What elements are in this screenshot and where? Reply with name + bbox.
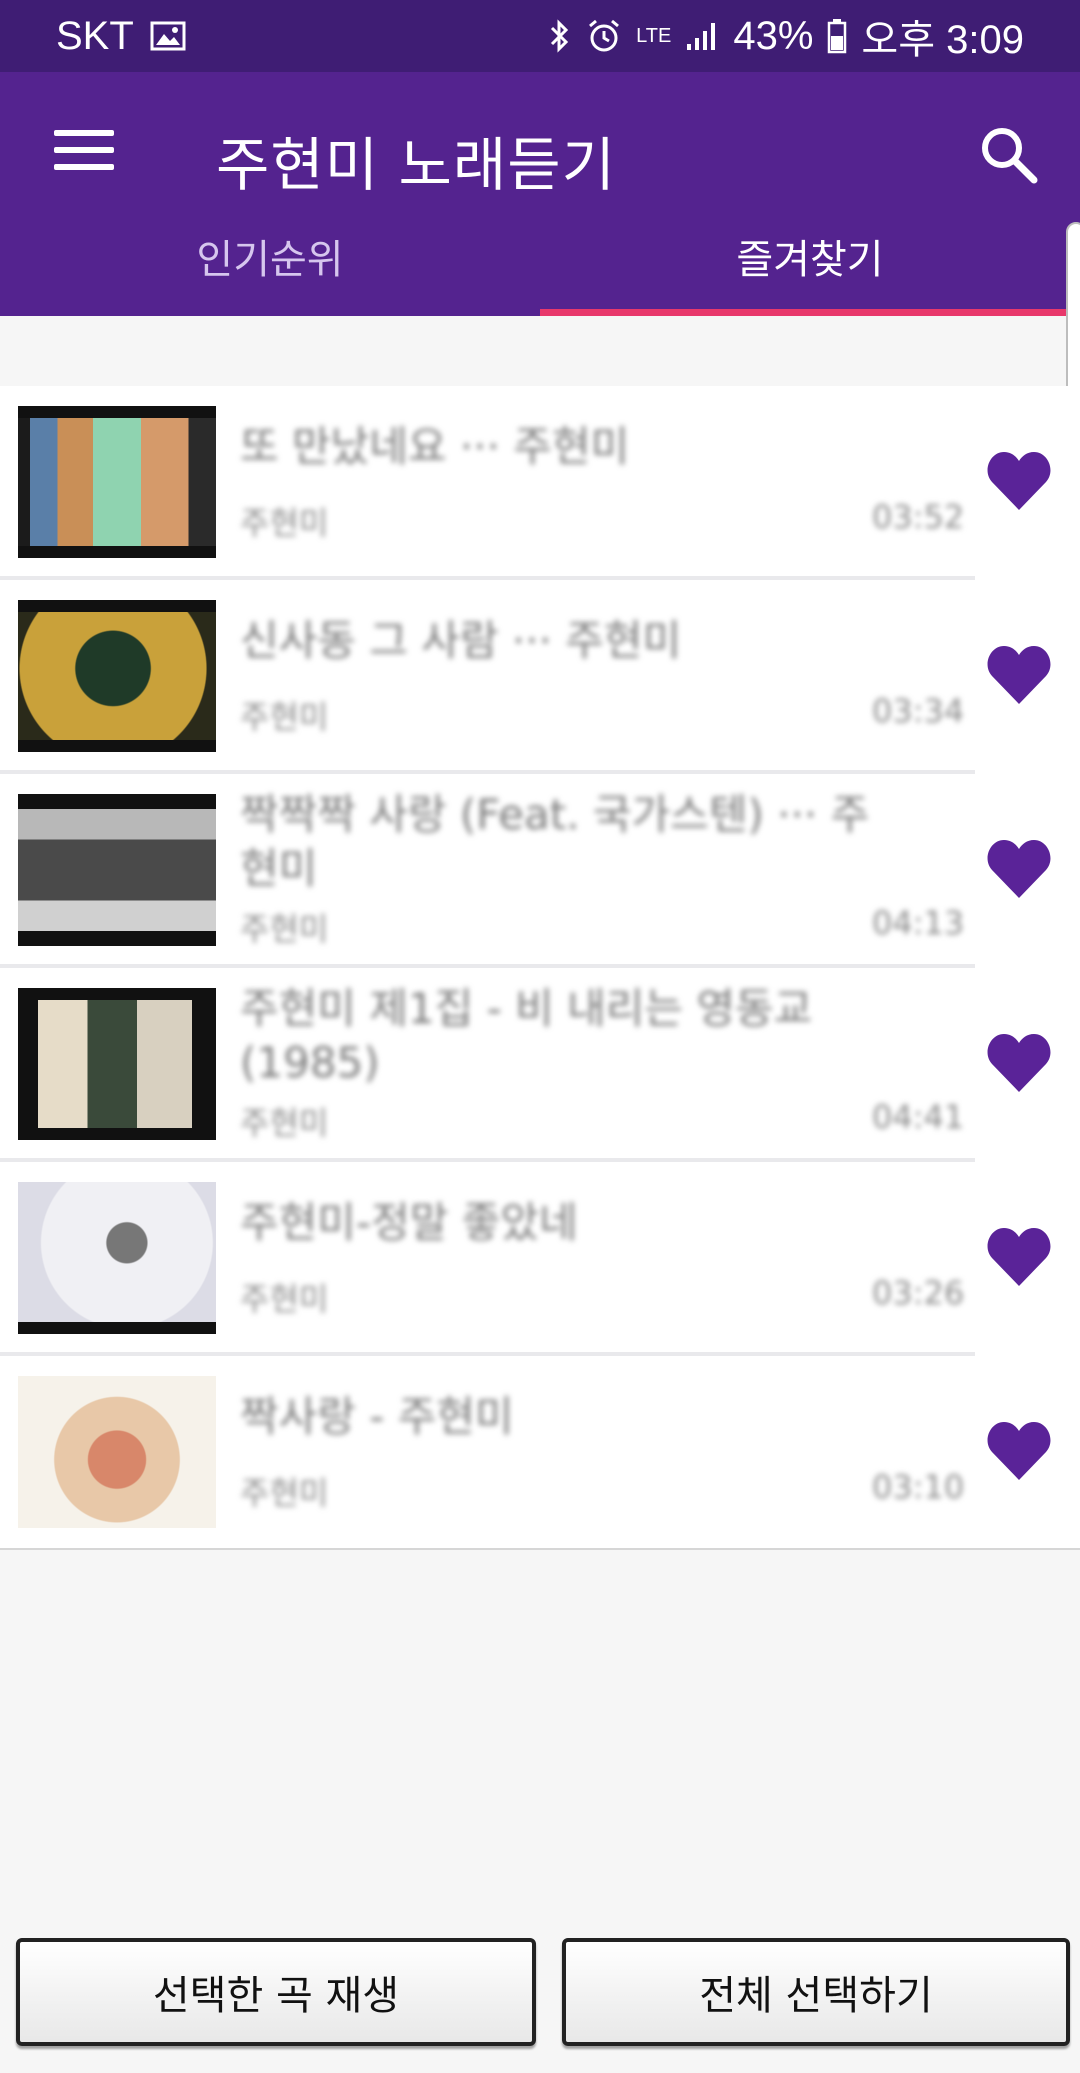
- song-duration: 03:34: [872, 692, 965, 730]
- song-thumbnail: [18, 600, 216, 752]
- status-bar: SKT LTE 43% 오후 3:09: [0, 0, 1080, 72]
- song-duration: 03:10: [872, 1468, 965, 1506]
- bluetooth-icon: [548, 18, 572, 54]
- heart-icon[interactable]: [986, 1420, 1052, 1482]
- song-artist: 주현미: [240, 1104, 329, 1142]
- network-type: LTE: [636, 25, 672, 47]
- song-artist: 주현미: [240, 698, 329, 736]
- song-title: 주현미 제1집 - 비 내리는 영동교 (1985): [240, 984, 813, 1087]
- clock: 오후 3:09: [861, 18, 1024, 62]
- song-thumbnail: [18, 1182, 216, 1334]
- play-selected-button[interactable]: 선택한 곡 재생: [16, 1938, 536, 2046]
- alarm-icon: [586, 18, 622, 54]
- list-item[interactable]: 또 만났네요 ··· 주현미 주현미 03:52: [0, 386, 1080, 580]
- song-duration: 04:13: [872, 904, 965, 942]
- heart-icon[interactable]: [986, 644, 1052, 706]
- tab-popular[interactable]: 인기순위: [0, 196, 540, 316]
- tab-favorites[interactable]: 즐겨찾기: [540, 196, 1080, 316]
- song-title: 주현미-정말 좋았네: [240, 1198, 578, 1247]
- search-icon[interactable]: [974, 120, 1044, 190]
- song-title: 짝사랑 - 주현미: [240, 1392, 514, 1441]
- heart-icon[interactable]: [986, 1226, 1052, 1288]
- song-title: 짝짝짝 사랑 (Feat. 국가스텐) ··· 주현미: [240, 790, 870, 893]
- carrier-name: SKT: [56, 13, 134, 58]
- song-artist: 주현미: [240, 1474, 329, 1512]
- battery-percent: 43%: [733, 13, 814, 58]
- song-title: 또 만났네요 ··· 주현미: [240, 422, 630, 471]
- status-left: SKT: [56, 14, 186, 59]
- menu-icon[interactable]: [48, 122, 120, 178]
- song-artist: 주현미: [240, 504, 329, 542]
- gallery-icon: [150, 20, 186, 52]
- list-item[interactable]: 주현미 제1집 - 비 내리는 영동교 (1985) 주현미 04:41: [0, 968, 1080, 1162]
- song-thumbnail: [18, 406, 216, 558]
- heart-icon[interactable]: [986, 838, 1052, 900]
- heart-icon[interactable]: [986, 450, 1052, 512]
- song-duration: 04:41: [872, 1098, 965, 1136]
- heart-icon[interactable]: [986, 1032, 1052, 1094]
- song-artist: 주현미: [240, 1280, 329, 1318]
- list-item[interactable]: 짝짝짝 사랑 (Feat. 국가스텐) ··· 주현미 주현미 04:13: [0, 774, 1080, 968]
- list-item[interactable]: 주현미-정말 좋았네 주현미 03:26: [0, 1162, 1080, 1356]
- song-thumbnail: [18, 988, 216, 1140]
- list-item[interactable]: 신사동 그 사람 ··· 주현미 주현미 03:34: [0, 580, 1080, 774]
- bottom-action-bar: 선택한 곡 재생 전체 선택하기: [0, 1938, 1080, 2056]
- song-artist: 주현미: [240, 910, 329, 948]
- page-title: 주현미 노래듣기: [216, 131, 616, 199]
- status-right: LTE 43% 오후 3:09: [548, 7, 1024, 65]
- tab-bar: 인기순위 즐겨찾기: [0, 196, 1080, 316]
- signal-icon: [685, 20, 719, 52]
- song-list: 또 만났네요 ··· 주현미 주현미 03:52 신사동 그 사람 ··· 주현…: [0, 386, 1080, 1550]
- song-title: 신사동 그 사람 ··· 주현미: [240, 616, 682, 665]
- select-all-button[interactable]: 전체 선택하기: [562, 1938, 1070, 2046]
- song-thumbnail: [18, 794, 216, 946]
- song-duration: 03:52: [872, 498, 965, 536]
- song-thumbnail: [18, 1376, 216, 1528]
- battery-icon: [827, 18, 847, 54]
- list-item[interactable]: 짝사랑 - 주현미 주현미 03:10: [0, 1356, 1080, 1550]
- song-duration: 03:26: [872, 1274, 965, 1312]
- app-bar: 주현미 노래듣기 인기순위 즐겨찾기: [0, 72, 1080, 316]
